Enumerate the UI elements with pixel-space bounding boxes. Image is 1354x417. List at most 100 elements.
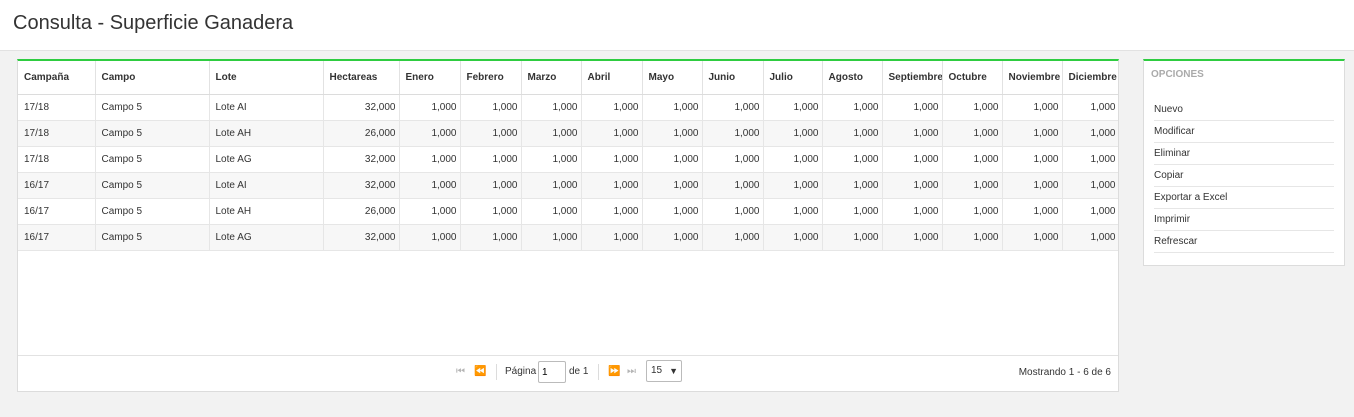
table-row[interactable]: 16/17 Campo 5 Lote AI 32,000 1,000 1,000 1,000…	[18, 172, 1118, 199]
table-cell: 1,000	[581, 224, 643, 251]
record-count-label: Mostrando 1 - 6 de 6	[1018, 367, 1111, 378]
table-cell: 1,000	[642, 198, 703, 225]
grid-panel: Campaña Campo Lote Hectareas Enero Febrero Mar…	[17, 59, 1119, 392]
prev-page-icon[interactable]: ⏪	[474, 366, 486, 377]
options-panel: OPCIONES Nuevo Modificar Eliminar Copiar Exp…	[1143, 59, 1345, 266]
table-row[interactable]: 16/17 Campo 5 Lote AH 26,000 1,000 1,000 1,000…	[18, 198, 1118, 225]
table-cell: 1,000	[702, 224, 764, 251]
pager: ⏮ ⏪ Página de 1 ⏩ ⏭ 15 ▼ Mostrando 1 - 6…	[18, 355, 1118, 391]
column-header[interactable]: Julio	[763, 61, 823, 95]
table-cell: 1,000	[460, 94, 522, 121]
table-cell: 17/18	[18, 120, 96, 147]
chevron-down-icon: ▼	[669, 366, 678, 376]
column-header[interactable]: Septiembre	[882, 61, 943, 95]
options-title: OPCIONES	[1151, 69, 1204, 80]
table-row[interactable]: 17/18 Campo 5 Lote AG 32,000 1,000 1,000 1,000…	[18, 146, 1118, 173]
table-cell: 1,000	[399, 224, 461, 251]
table-row[interactable]: 17/18 Campo 5 Lote AI 32,000 1,000 1,000 1,000…	[18, 94, 1118, 121]
table-cell: 1,000	[521, 120, 582, 147]
table-cell: 1,000	[581, 120, 643, 147]
option-item[interactable]: Imprimir	[1154, 209, 1334, 231]
table-cell: Campo 5	[95, 172, 210, 199]
table-cell: 1,000	[399, 146, 461, 173]
table-cell: 1,000	[581, 198, 643, 225]
column-header[interactable]: Febrero	[460, 61, 522, 95]
table-row[interactable]: 16/17 Campo 5 Lote AG 32,000 1,000 1,000 1,000…	[18, 224, 1118, 251]
table-cell: 1,000	[763, 198, 823, 225]
option-item[interactable]: Exportar a Excel	[1154, 187, 1334, 209]
table-cell: 1,000	[822, 198, 883, 225]
table-cell: 1,000	[399, 172, 461, 199]
table-cell: 1,000	[822, 172, 883, 199]
table-cell: 1,000	[822, 94, 883, 121]
page-size-select[interactable]: 15 ▼	[646, 360, 682, 382]
table-cell: 1,000	[702, 198, 764, 225]
table-cell: 1,000	[1002, 198, 1063, 225]
option-item[interactable]: Nuevo	[1154, 99, 1334, 121]
table-cell: 1,000	[822, 146, 883, 173]
table-cell: 1,000	[521, 172, 582, 199]
table-cell: Lote AG	[209, 224, 324, 251]
table-cell: 1,000	[460, 172, 522, 199]
column-header[interactable]: Campo	[95, 61, 210, 95]
table-cell: 1,000	[942, 120, 1003, 147]
option-item[interactable]: Eliminar	[1154, 143, 1334, 165]
option-item[interactable]: Refrescar	[1154, 231, 1334, 253]
table-row[interactable]: 17/18 Campo 5 Lote AH 26,000 1,000 1,000 1,000…	[18, 120, 1118, 147]
pager-divider	[496, 364, 497, 380]
table-cell: Lote AI	[209, 172, 324, 199]
table-cell: 1,000	[460, 146, 522, 173]
page-number-input[interactable]	[538, 361, 566, 383]
table-cell: 1,000	[642, 94, 703, 121]
table-cell: Campo 5	[95, 94, 210, 121]
table-cell: 17/18	[18, 94, 96, 121]
column-header[interactable]: Enero	[399, 61, 461, 95]
column-header[interactable]: Diciembre	[1062, 61, 1118, 95]
table-cell: 1,000	[1062, 198, 1118, 225]
table-cell: 1,000	[882, 120, 943, 147]
table-cell: 1,000	[702, 94, 764, 121]
table-cell: 1,000	[1002, 94, 1063, 121]
option-item[interactable]: Modificar	[1154, 121, 1334, 143]
options-list: Nuevo Modificar Eliminar Copiar Exportar a E…	[1154, 99, 1334, 253]
table-cell: 16/17	[18, 224, 96, 251]
table-cell: 1,000	[702, 172, 764, 199]
table-cell: 16/17	[18, 172, 96, 199]
next-page-icon[interactable]: ⏩	[608, 366, 620, 377]
last-page-icon[interactable]: ⏭	[627, 366, 636, 377]
table-cell: 1,000	[882, 146, 943, 173]
table-cell: 1,000	[581, 172, 643, 199]
pager-divider	[598, 364, 599, 380]
table-cell: 1,000	[942, 94, 1003, 121]
table-cell: 1,000	[942, 198, 1003, 225]
column-header[interactable]: Mayo	[642, 61, 703, 95]
column-header[interactable]: Junio	[702, 61, 764, 95]
table-cell: 1,000	[822, 120, 883, 147]
table-cell: 1,000	[1062, 224, 1118, 251]
column-header[interactable]: Campaña	[18, 61, 96, 95]
table-cell: 1,000	[399, 198, 461, 225]
table-cell: 1,000	[942, 224, 1003, 251]
option-item[interactable]: Copiar	[1154, 165, 1334, 187]
table-cell: 17/18	[18, 146, 96, 173]
table-cell: 26,000	[323, 198, 400, 225]
table-cell: 32,000	[323, 172, 400, 199]
column-header[interactable]: Octubre	[942, 61, 1003, 95]
column-header[interactable]: Abril	[581, 61, 643, 95]
data-grid: Campaña Campo Lote Hectareas Enero Febrero Mar…	[18, 61, 1118, 251]
page-title: Consulta - Superficie Ganadera	[13, 12, 294, 34]
column-header[interactable]: Lote	[209, 61, 324, 95]
table-cell: 1,000	[1062, 120, 1118, 147]
column-header[interactable]: Marzo	[521, 61, 582, 95]
table-cell: 1,000	[399, 94, 461, 121]
table-cell: 1,000	[521, 224, 582, 251]
column-header[interactable]: Noviembre	[1002, 61, 1063, 95]
column-header[interactable]: Agosto	[822, 61, 883, 95]
table-cell: 1,000	[763, 120, 823, 147]
table-cell: 1,000	[1062, 172, 1118, 199]
column-header[interactable]: Hectareas	[323, 61, 400, 95]
table-cell: 1,000	[702, 146, 764, 173]
table-cell: 1,000	[581, 146, 643, 173]
table-cell: 1,000	[642, 146, 703, 173]
first-page-icon[interactable]: ⏮	[456, 366, 465, 377]
